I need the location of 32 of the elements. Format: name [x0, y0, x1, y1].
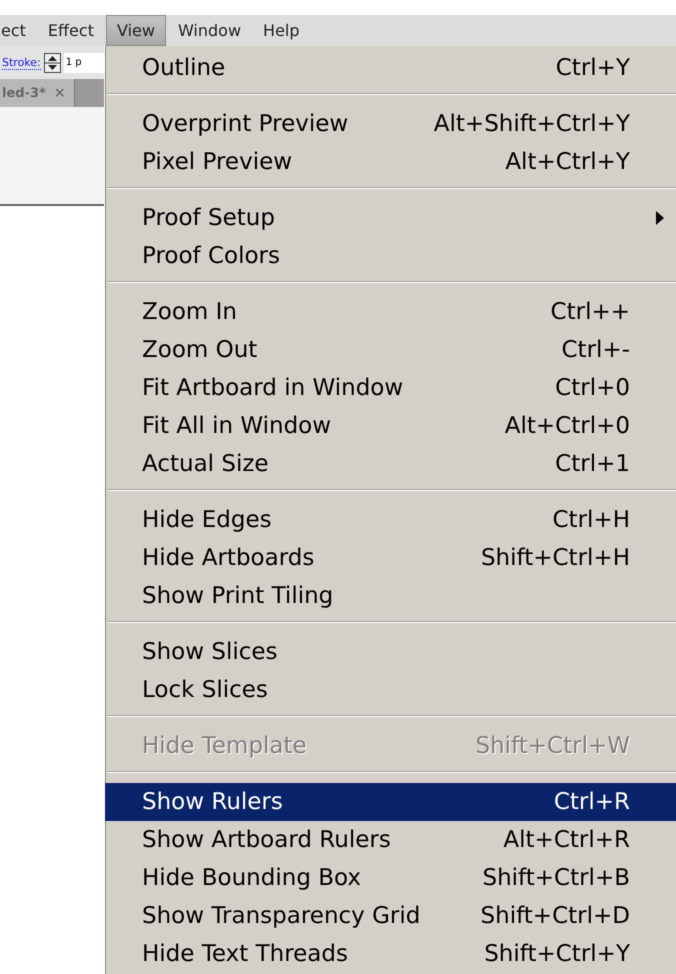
menu-bar-item[interactable]: View — [106, 15, 166, 46]
menu-item[interactable]: Hide Edges Ctrl+H — [105, 501, 676, 539]
menu-item[interactable]: Show Artboard Rulers Alt+Ctrl+R — [105, 821, 676, 859]
menu-item[interactable]: Hide Artboards Shift+Ctrl+H — [105, 539, 676, 577]
menu-item[interactable]: Actual Size Ctrl+1 — [105, 445, 676, 483]
menu-item[interactable]: Outline Ctrl+Y — [105, 49, 676, 87]
stroke-spinner[interactable] — [44, 52, 61, 72]
menu-item[interactable]: Hide Text Threads Shift+Ctrl+Y — [105, 935, 676, 973]
menu-item[interactable]: Show Slices — [105, 633, 676, 671]
menu-item[interactable]: Fit Artboard in Window Ctrl+0 — [105, 369, 676, 407]
tab-title: led-3* — [2, 86, 46, 100]
menu-bar-item[interactable]: Window — [168, 15, 252, 46]
menu-item[interactable]: Proof Colors — [105, 237, 676, 275]
menu-item[interactable]: Show Rulers Ctrl+R — [105, 783, 676, 821]
close-button[interactable]: × — [54, 85, 66, 101]
submenu-arrow-icon — [656, 211, 664, 225]
menu-item[interactable]: Hide Bounding Box Shift+Ctrl+B — [105, 859, 676, 897]
menu-bar-item[interactable]: Effect — [38, 15, 104, 46]
menu-item[interactable]: Overprint Preview Alt+Shift+Ctrl+Y — [105, 105, 676, 143]
stroke-link[interactable]: Stroke: — [2, 56, 41, 70]
menu-item[interactable]: Zoom In Ctrl++ — [105, 293, 676, 331]
menu-bar-item[interactable]: ect — [0, 15, 36, 46]
menu-item[interactable]: Zoom Out Ctrl+- — [105, 331, 676, 369]
menu-item[interactable]: Proof Setup — [105, 199, 676, 237]
menu-item[interactable]: Show Transparency Grid Shift+Ctrl+D — [105, 897, 676, 935]
stroke-weight-field[interactable]: 1 p — [64, 52, 104, 72]
menu-item[interactable]: Pixel Preview Alt+Ctrl+Y — [105, 143, 676, 181]
menu-bar-item[interactable]: Help — [253, 15, 310, 46]
document-tab[interactable]: led-3* × — [0, 79, 75, 107]
menu-item[interactable]: Lock Slices — [105, 671, 676, 709]
menu-item[interactable]: Fit All in Window Alt+Ctrl+0 — [105, 407, 676, 445]
menu-item[interactable]: Show Print Tiling — [105, 577, 676, 615]
